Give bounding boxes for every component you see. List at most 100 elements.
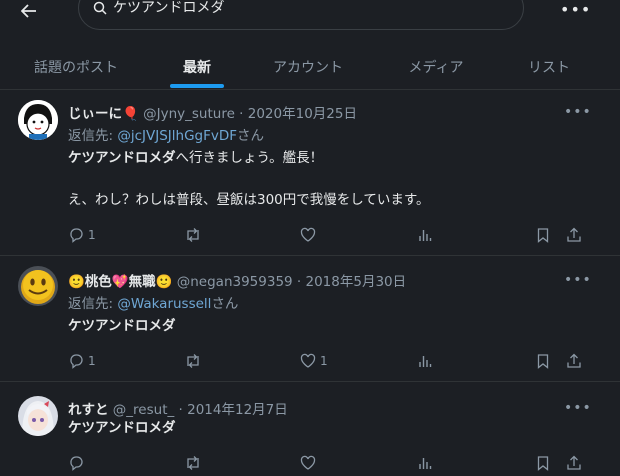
views-icon bbox=[419, 356, 432, 367]
name-emoji-end: 🙂 bbox=[155, 274, 173, 290]
views-button[interactable] bbox=[418, 224, 432, 246]
reply-to-label: 返信先: bbox=[68, 128, 118, 144]
share-button[interactable] bbox=[566, 350, 582, 372]
display-name-part-2[interactable]: 無職 bbox=[129, 274, 156, 290]
like-button[interactable]: 1 bbox=[300, 350, 328, 372]
avatar[interactable] bbox=[18, 396, 58, 436]
reply-to-label: 返信先: bbox=[68, 296, 118, 312]
tweet-more-button[interactable]: ••• bbox=[564, 400, 591, 416]
tweet[interactable]: じぃーに🎈 @Jyny_suture · 2020年10月25日 ••• 返信先… bbox=[0, 90, 620, 256]
timestamp[interactable]: · 2014年12月7日 bbox=[179, 402, 288, 418]
bookmark-icon bbox=[537, 456, 549, 471]
tab-lists[interactable]: リスト bbox=[508, 44, 590, 90]
tweet[interactable]: 🙂桃色💖無職🙂 @negan3959359 · 2018年5月30日 ••• 返… bbox=[0, 256, 620, 382]
avatar[interactable] bbox=[18, 100, 58, 140]
reply-to-handle[interactable]: @Wakarussell bbox=[117, 296, 211, 312]
views-button[interactable] bbox=[418, 452, 432, 474]
tweet-actions bbox=[0, 452, 620, 474]
heart-icon bbox=[300, 455, 316, 470]
share-icon bbox=[567, 353, 581, 368]
highlighted-term: ケツアンドロメダ bbox=[68, 150, 176, 166]
tweet-actions: 1 bbox=[0, 224, 620, 246]
tab-accounts[interactable]: アカウント bbox=[252, 44, 364, 90]
reply-to-handle[interactable]: @jcJVJSJlhGgFvDF bbox=[117, 128, 237, 144]
search-tabs: 話題のポスト 最新 アカウント メディア リスト bbox=[0, 44, 620, 90]
tweet[interactable]: れすと @_resut_ · 2014年12月7日 ••• ケツアンドロメダ bbox=[0, 382, 620, 476]
views-icon bbox=[419, 458, 432, 469]
repost-icon bbox=[187, 354, 199, 368]
bookmark-icon bbox=[537, 228, 549, 243]
reply-count: 1 bbox=[88, 354, 96, 368]
avatar-image bbox=[18, 100, 58, 140]
share-button[interactable] bbox=[566, 224, 582, 246]
repost-button[interactable] bbox=[184, 224, 202, 246]
tweet-text-rest: へ行きましょう。艦長！ bbox=[175, 150, 324, 166]
reply-icon bbox=[70, 228, 83, 243]
heart-icon bbox=[300, 227, 316, 242]
search-icon bbox=[93, 1, 107, 15]
tweet-more-button[interactable]: ••• bbox=[564, 104, 591, 120]
display-name[interactable]: れすと bbox=[68, 402, 109, 418]
name-emoji-start: 🙂 bbox=[68, 274, 85, 290]
tweet-header: 🙂桃色💖無職🙂 @negan3959359 · 2018年5月30日 bbox=[68, 270, 406, 290]
tweet-text-line-2: え、わし？わしは普段、昼飯は300円で我慢をしています。 bbox=[68, 192, 430, 208]
handle[interactable]: @negan3959359 bbox=[177, 274, 293, 290]
views-button[interactable] bbox=[418, 350, 432, 372]
repost-icon bbox=[187, 456, 199, 470]
handle[interactable]: @_resut_ bbox=[113, 402, 174, 418]
avatar-image bbox=[18, 266, 58, 306]
search-box[interactable] bbox=[78, 0, 524, 30]
reply-to-suffix: さん bbox=[237, 128, 265, 144]
share-icon bbox=[567, 227, 581, 242]
reply-to-suffix: さん bbox=[211, 296, 239, 312]
timestamp[interactable]: · 2020年10月25日 bbox=[239, 106, 357, 122]
tab-media[interactable]: メディア bbox=[384, 44, 488, 90]
more-horizontal-icon: ••• bbox=[560, 0, 592, 19]
tab-top-posts[interactable]: 話題のポスト bbox=[10, 44, 142, 90]
more-options-button[interactable]: ••• bbox=[560, 0, 590, 19]
timestamp[interactable]: · 2018年5月30日 bbox=[297, 274, 406, 290]
back-button[interactable] bbox=[16, 0, 42, 22]
reply-to-line: 返信先: @Wakarussellさん bbox=[68, 292, 238, 312]
share-icon bbox=[567, 455, 581, 470]
heart-emoji: 💖 bbox=[111, 274, 129, 290]
reply-button[interactable] bbox=[68, 452, 88, 474]
share-button[interactable] bbox=[566, 452, 582, 474]
arrow-left-icon bbox=[21, 4, 36, 18]
reply-icon bbox=[70, 456, 83, 471]
reply-count: 1 bbox=[88, 228, 96, 242]
tweet-actions: 1 1 bbox=[0, 350, 620, 372]
tweet-text: ケツアンドロメダ bbox=[68, 418, 175, 438]
bookmark-button[interactable] bbox=[536, 224, 550, 246]
display-name[interactable]: じぃーに bbox=[68, 106, 122, 122]
tweet-more-button[interactable]: ••• bbox=[564, 272, 591, 288]
reply-button[interactable]: 1 bbox=[68, 350, 96, 372]
search-input[interactable] bbox=[113, 0, 493, 15]
like-button[interactable] bbox=[300, 224, 320, 246]
handle[interactable]: @Jyny_suture bbox=[143, 106, 235, 122]
repost-button[interactable] bbox=[184, 452, 202, 474]
active-tab-indicator bbox=[170, 84, 224, 88]
reply-icon bbox=[70, 354, 83, 369]
tweet-header: れすと @_resut_ · 2014年12月7日 bbox=[68, 398, 288, 418]
tweet-text: ケツアンドロメダへ行きましょう。艦長！ bbox=[68, 148, 323, 168]
reply-button[interactable]: 1 bbox=[68, 224, 96, 246]
repost-button[interactable] bbox=[184, 350, 202, 372]
tweet-header: じぃーに🎈 @Jyny_suture · 2020年10月25日 bbox=[68, 102, 357, 122]
display-name[interactable]: 桃色 bbox=[85, 274, 112, 290]
bookmark-icon bbox=[537, 354, 549, 369]
bookmark-button[interactable] bbox=[536, 350, 550, 372]
highlighted-term: ケツアンドロメダ bbox=[68, 420, 176, 436]
top-bar: ••• bbox=[0, 0, 620, 34]
reply-to-line: 返信先: @jcJVJSJlhGgFvDFさん bbox=[68, 124, 264, 144]
avatar-image bbox=[18, 396, 58, 436]
avatar[interactable] bbox=[18, 266, 58, 306]
balloon-emoji: 🎈 bbox=[122, 106, 139, 122]
like-button[interactable] bbox=[300, 452, 320, 474]
highlighted-term: ケツアンドロメダ bbox=[68, 318, 176, 334]
bookmark-button[interactable] bbox=[536, 452, 550, 474]
tweet-text: ケツアンドロメダ bbox=[68, 316, 175, 336]
views-icon bbox=[419, 230, 432, 241]
repost-icon bbox=[187, 228, 199, 242]
like-count: 1 bbox=[320, 354, 328, 368]
